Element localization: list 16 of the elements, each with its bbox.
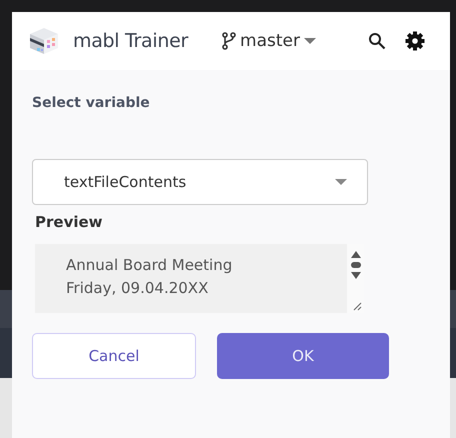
ok-button[interactable]: OK [217, 333, 389, 379]
branch-selector[interactable]: master [222, 31, 316, 51]
search-icon[interactable] [368, 32, 386, 50]
scroll-thumb[interactable] [350, 262, 360, 268]
preview-text-area[interactable]: Annual Board Meeting Friday, 09.04.20XX [35, 244, 347, 313]
preview-label: Preview [35, 213, 104, 231]
caret-icon [304, 38, 316, 44]
caret-icon [335, 179, 347, 185]
scroll-up-icon[interactable] [350, 251, 360, 258]
cancel-button[interactable]: Cancel [32, 333, 196, 379]
branch-icon [222, 32, 236, 50]
dialog-title: Select variable [32, 95, 151, 111]
variable-dropdown[interactable]: textFileContents [32, 159, 368, 205]
scroll-down-icon[interactable] [350, 272, 360, 279]
app-name: mabl Trainer [73, 30, 188, 52]
settings-icon[interactable] [404, 31, 425, 51]
